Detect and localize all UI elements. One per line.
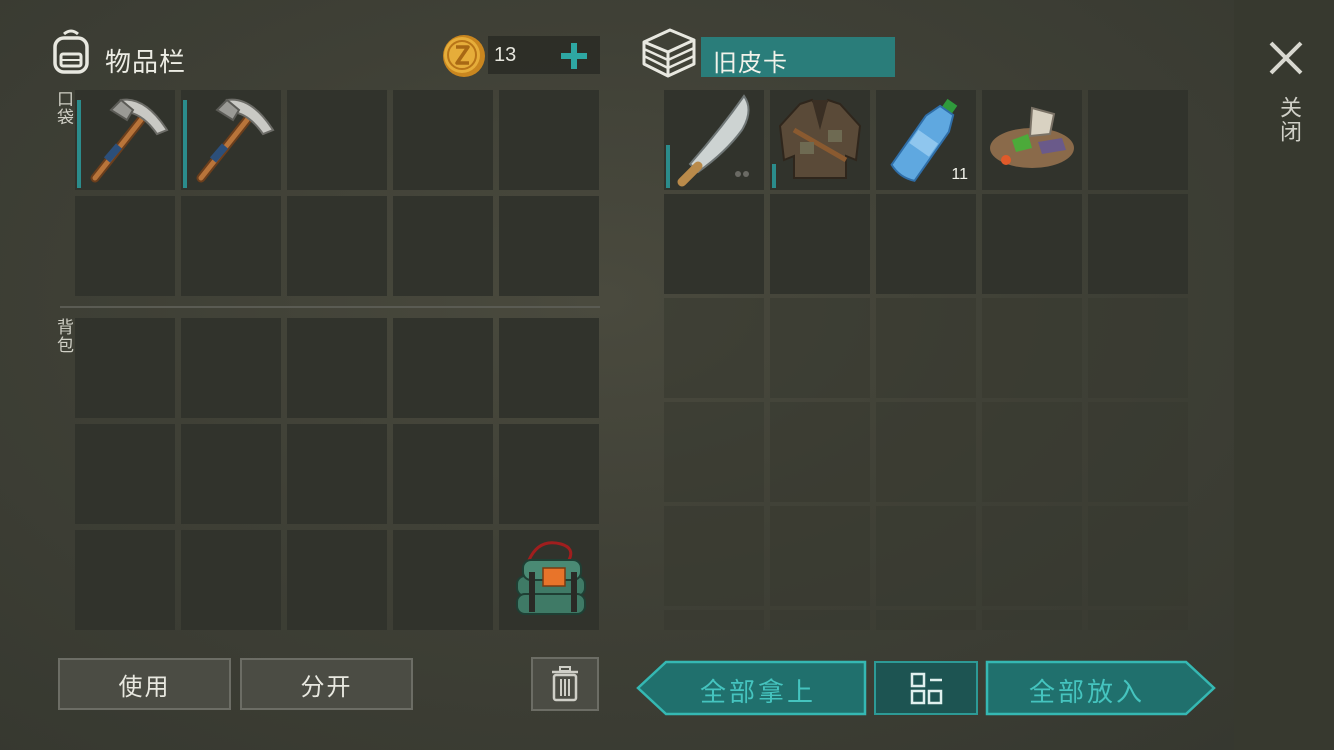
backpack-slot[interactable] <box>287 530 387 630</box>
container-slot[interactable] <box>770 194 870 294</box>
crate-icon <box>640 26 698 80</box>
backpack-slot[interactable] <box>181 318 281 418</box>
pocket-slot[interactable] <box>75 196 175 296</box>
pocket-slot[interactable] <box>287 196 387 296</box>
container-slot[interactable] <box>1088 402 1188 502</box>
container-slot[interactable] <box>876 506 976 606</box>
pocket-slot[interactable] <box>181 196 281 296</box>
container-slot[interactable] <box>1088 194 1188 294</box>
close-label: 关闭 <box>1276 96 1301 144</box>
pocket-slot[interactable] <box>181 90 281 190</box>
container-name: 旧皮卡 <box>713 49 788 77</box>
use-button[interactable]: 使用 <box>58 658 231 710</box>
explosive-icon <box>499 530 599 630</box>
close-icon <box>1269 41 1303 75</box>
container-slot[interactable] <box>664 402 764 502</box>
backpack-slot[interactable] <box>75 318 175 418</box>
container-slot[interactable] <box>982 298 1082 398</box>
trash-button[interactable] <box>531 657 599 711</box>
plus-icon <box>561 43 587 69</box>
put-all-button[interactable]: 全部放入 <box>985 660 1216 716</box>
inventory-title: 物品栏 <box>105 48 187 78</box>
durability-bar <box>183 100 187 188</box>
container-slot[interactable] <box>876 194 976 294</box>
container-name-field[interactable]: 旧皮卡 <box>701 37 895 77</box>
container-slot[interactable] <box>770 506 870 606</box>
backpack-slot[interactable] <box>499 530 599 630</box>
container-slot[interactable] <box>982 610 1082 630</box>
backpack-slot[interactable] <box>499 424 599 524</box>
take-all-button[interactable]: 全部拿上 <box>636 660 867 716</box>
container-slot[interactable] <box>770 90 870 190</box>
container-slot[interactable] <box>664 506 764 606</box>
backpack-slot[interactable] <box>75 424 175 524</box>
container-slot[interactable] <box>876 298 976 398</box>
section-divider <box>60 306 600 308</box>
pocket-label: 口袋 <box>53 90 73 126</box>
pocket-slot[interactable] <box>393 196 493 296</box>
container-slot[interactable] <box>876 402 976 502</box>
container-slot[interactable] <box>664 194 764 294</box>
trash-icon <box>552 666 578 702</box>
take-all-label: 全部拿上 <box>700 678 817 708</box>
container-slot[interactable]: 11 <box>876 90 976 190</box>
coin-counter: 13 <box>440 34 600 78</box>
backpack-slot[interactable] <box>393 530 493 630</box>
pocket-slot[interactable] <box>499 196 599 296</box>
coin-count: 13 <box>494 44 517 66</box>
backpack-slot[interactable] <box>393 318 493 418</box>
item-quantity: 11 <box>951 166 968 183</box>
container-slot[interactable] <box>1088 506 1188 606</box>
durability-bar <box>666 145 670 188</box>
backpack-icon <box>46 26 96 76</box>
container-slot[interactable] <box>982 90 1082 190</box>
container-slot[interactable] <box>982 506 1082 606</box>
sort-button[interactable] <box>874 661 978 715</box>
pickaxe-icon <box>75 90 175 190</box>
container-slot[interactable] <box>982 402 1082 502</box>
durability-bar <box>772 164 776 188</box>
grid-icon <box>910 672 943 705</box>
put-all-label: 全部放入 <box>1029 678 1146 708</box>
pocket-slot[interactable] <box>287 90 387 190</box>
coin-icon <box>440 32 488 80</box>
scrap-pile-icon <box>982 90 1082 190</box>
container-slot[interactable] <box>1088 298 1188 398</box>
pocket-slot[interactable] <box>499 90 599 190</box>
pocket-slot[interactable] <box>393 90 493 190</box>
backpack-slot[interactable] <box>393 424 493 524</box>
machete-icon <box>664 90 764 190</box>
container-slot[interactable] <box>664 90 764 190</box>
backpack-slot[interactable] <box>287 424 387 524</box>
backpack-slot[interactable] <box>75 530 175 630</box>
container-slot[interactable] <box>1088 90 1188 190</box>
container-slot[interactable] <box>664 610 764 630</box>
container-slot[interactable] <box>770 298 870 398</box>
backpack-slot[interactable] <box>181 424 281 524</box>
pickaxe-icon <box>181 90 281 190</box>
container-slot[interactable] <box>770 610 870 630</box>
close-button[interactable]: 关闭 <box>1266 38 1306 154</box>
container-slot[interactable] <box>982 194 1082 294</box>
jacket-icon <box>770 90 870 190</box>
container-slot[interactable] <box>876 610 976 630</box>
durability-bar <box>77 100 81 188</box>
backpack-slot[interactable] <box>287 318 387 418</box>
add-coins-button[interactable] <box>558 40 590 72</box>
backpack-slot[interactable] <box>499 318 599 418</box>
container-slot[interactable] <box>770 402 870 502</box>
split-button[interactable]: 分开 <box>240 658 413 710</box>
backpack-slot[interactable] <box>181 530 281 630</box>
container-slot[interactable] <box>1088 610 1188 630</box>
container-slot[interactable] <box>664 298 764 398</box>
pocket-slot[interactable] <box>75 90 175 190</box>
backpack-label: 背包 <box>53 318 73 354</box>
